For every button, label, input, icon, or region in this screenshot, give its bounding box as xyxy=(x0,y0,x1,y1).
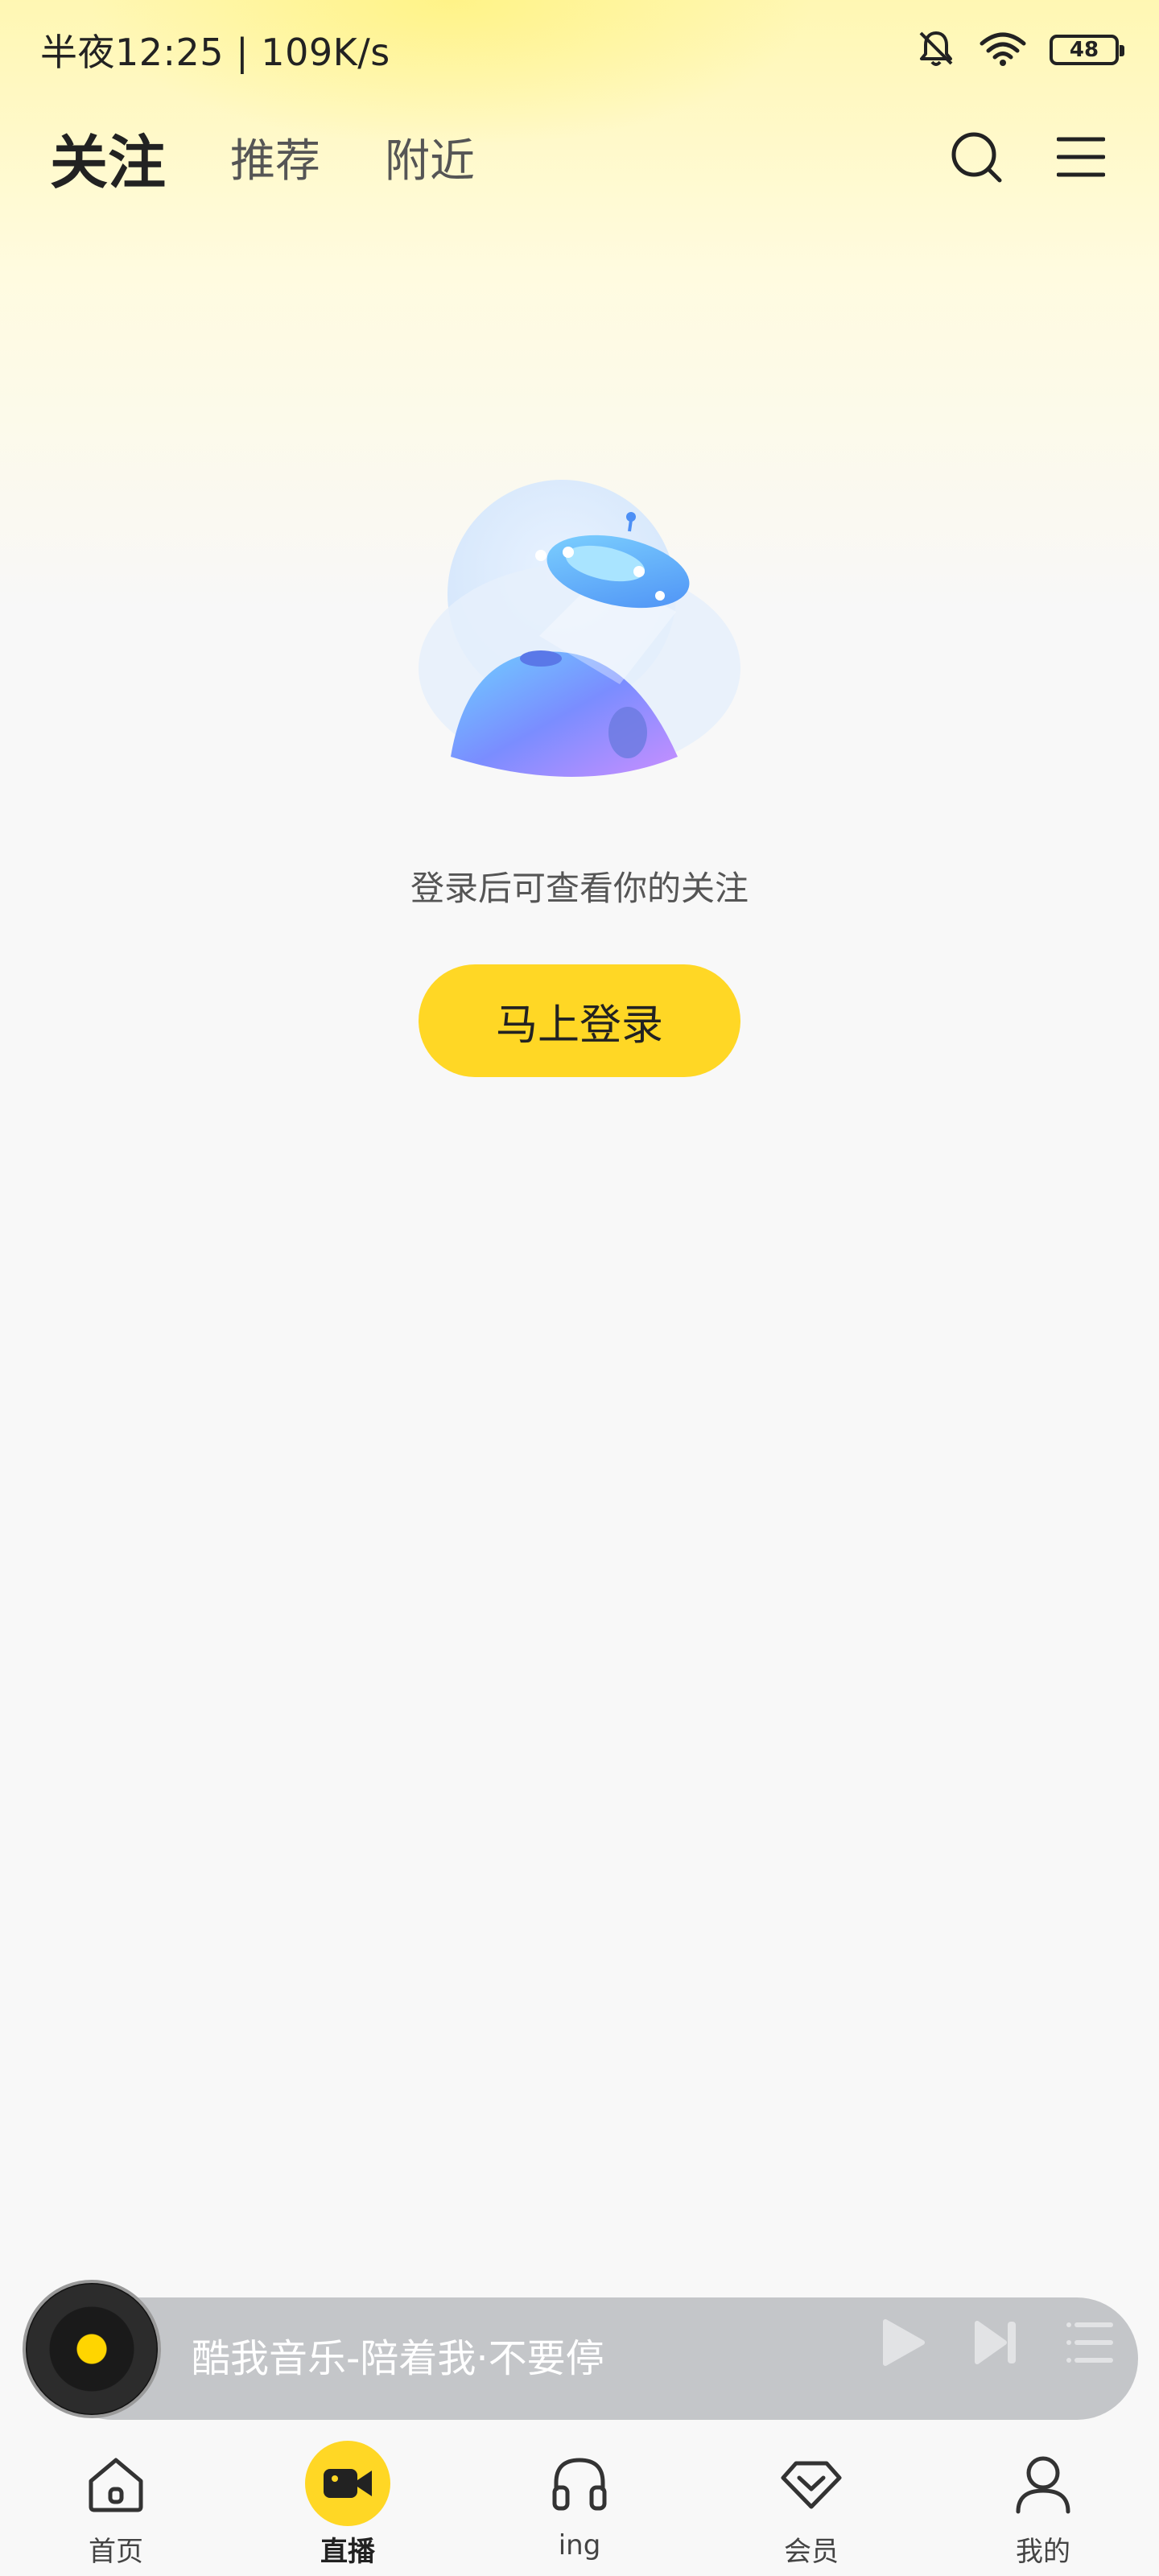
tab-nearby[interactable]: 附近 xyxy=(385,125,475,190)
battery-icon: 48 xyxy=(1050,35,1124,65)
empty-state-message: 登录后可查看你的关注 xyxy=(410,869,749,908)
bottom-tab-home[interactable]: 首页 xyxy=(35,2441,196,2569)
bottom-tab-label: 我的 xyxy=(1016,2536,1070,2568)
tab-recommended[interactable]: 推荐 xyxy=(230,125,320,190)
status-time-network: 半夜12:25 | 109K/s xyxy=(40,31,390,74)
player-track-title[interactable]: 酷我音乐-陪着我·不要停 xyxy=(192,2326,604,2383)
mute-bell-icon xyxy=(916,28,956,72)
album-disc-icon[interactable] xyxy=(23,2280,161,2418)
bottom-tab-mine[interactable]: 我的 xyxy=(963,2441,1124,2569)
user-icon xyxy=(1000,2441,1086,2526)
home-icon xyxy=(73,2441,159,2526)
bottom-tab-bar: 首页 直播 ing 会员 我的 xyxy=(0,2425,1159,2576)
bottom-tab-vip[interactable]: 会员 xyxy=(731,2441,892,2569)
wifi-icon xyxy=(979,29,1027,71)
headphones-icon xyxy=(537,2441,622,2526)
bottom-tab-label: ing xyxy=(558,2529,601,2562)
bottom-tab-label: 直播 xyxy=(320,2536,375,2568)
diamond-icon xyxy=(769,2441,854,2526)
status-bar: 半夜12:25 | 109K/s 48 xyxy=(0,0,1159,100)
play-icon[interactable] xyxy=(879,2317,927,2372)
search-icon[interactable] xyxy=(948,129,1004,185)
empty-state-illustration xyxy=(419,475,740,781)
mini-player[interactable]: 酷我音乐-陪着我·不要停 xyxy=(23,2280,1138,2420)
nav-actions xyxy=(948,129,1109,185)
tab-following[interactable]: 关注 xyxy=(47,115,168,203)
status-icons: 48 xyxy=(916,28,1124,72)
player-controls xyxy=(879,2317,1114,2372)
login-button[interactable]: 马上登录 xyxy=(419,964,740,1077)
bottom-tab-live[interactable]: 直播 xyxy=(267,2441,428,2569)
playlist-icon[interactable] xyxy=(1066,2317,1114,2372)
next-icon[interactable] xyxy=(972,2317,1021,2372)
bottom-tab-label: 首页 xyxy=(89,2536,143,2568)
bottom-tab-label: 会员 xyxy=(784,2536,839,2568)
menu-icon[interactable] xyxy=(1053,129,1109,185)
video-camera-icon xyxy=(305,2441,390,2526)
top-tab-bar: 关注 推荐 附近 xyxy=(0,113,1159,203)
bottom-tab-ing[interactable]: ing xyxy=(499,2441,660,2562)
